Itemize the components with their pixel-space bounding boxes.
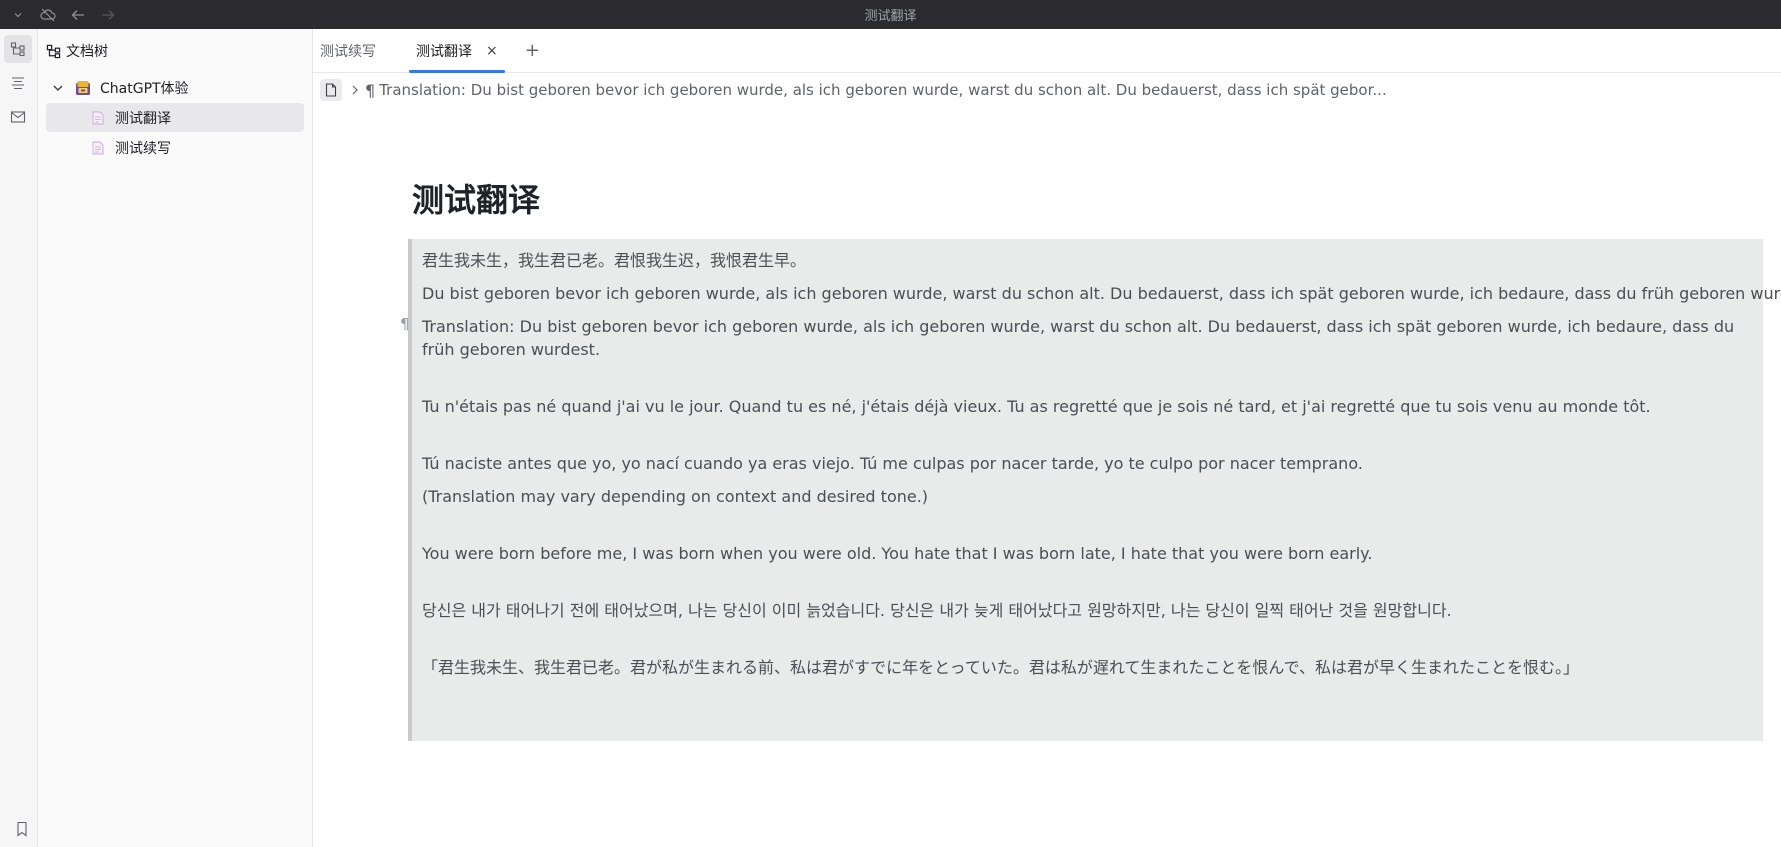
- tree-doc-label: 测试续写: [115, 140, 171, 157]
- paragraph[interactable]: 당신은 내가 태어나기 전에 태어났으며, 나는 당신이 이미 늙었습니다. 당…: [422, 599, 1749, 622]
- tree-doc-item-translate[interactable]: 测试翻译: [46, 103, 304, 132]
- outline-icon[interactable]: [4, 69, 32, 97]
- editor-area: 测试续写 测试翻译 × + ¶ Translation: Du bist geb…: [313, 29, 1781, 847]
- paragraph[interactable]: 君生我未生，我生君已老。君恨我生迟，我恨君生早。: [422, 249, 1749, 272]
- tab-continue[interactable]: 测试续写: [313, 29, 383, 72]
- notebook-label: ChatGPT体验: [100, 80, 189, 97]
- file-tree-icon[interactable]: [4, 35, 32, 63]
- paragraph[interactable]: Tú naciste antes que yo, yo nací cuando …: [422, 452, 1749, 475]
- chevron-down-icon[interactable]: [6, 3, 30, 27]
- close-icon[interactable]: ×: [486, 43, 498, 59]
- bookmark-icon[interactable]: [8, 815, 36, 843]
- file-tree-panel: 文档树 ChatGPT体验 测试翻译 测试续写: [38, 29, 313, 847]
- paragraph[interactable]: Tu n'étais pas né quand j'ai vu le jour.…: [422, 395, 1749, 418]
- paragraph-icon: ¶: [365, 80, 376, 100]
- cloud-off-icon[interactable]: [36, 3, 60, 27]
- window-title: 测试翻译: [864, 9, 917, 24]
- breadcrumb: ¶ Translation: Du bist geboren bevor ich…: [313, 75, 1781, 105]
- back-arrow-icon[interactable]: [66, 3, 90, 27]
- forward-arrow-icon[interactable]: [96, 3, 120, 27]
- paragraph[interactable]: Du bist geboren bevor ich geboren wurde,…: [422, 282, 1781, 305]
- paragraph[interactable]: (Translation may vary depending on conte…: [422, 485, 1749, 508]
- blockquote[interactable]: ¶ 君生我未生，我生君已老。君恨我生迟，我恨君生早。 Du bist gebor…: [400, 239, 1781, 741]
- tree-doc-item-continue[interactable]: 测试续写: [46, 133, 304, 162]
- paragraph[interactable]: Translation: Du bist geboren bevor ich g…: [422, 315, 1749, 361]
- notebook-icon: [75, 80, 91, 96]
- notebook-item[interactable]: ChatGPT体验: [46, 73, 304, 102]
- paragraph[interactable]: 「君生我未生、我生君已老。君が私が生まれる前、私は君がすでに年をとっていた。君は…: [422, 656, 1749, 679]
- chevron-right-icon: [351, 85, 359, 95]
- paragraph[interactable]: You were born before me, I was born when…: [422, 542, 1749, 565]
- tab-label: 测试续写: [320, 43, 376, 60]
- page-title[interactable]: 测试翻译: [412, 175, 540, 221]
- tab-translate[interactable]: 测试翻译 ×: [409, 29, 505, 73]
- tab-label: 测试翻译: [416, 43, 472, 60]
- left-dock: [0, 29, 38, 847]
- tree-doc-label: 测试翻译: [115, 110, 171, 127]
- document-icon: [92, 141, 104, 155]
- breadcrumb-block-text[interactable]: Translation: Du bist geboren bevor ich g…: [379, 81, 1387, 99]
- file-tree-header: 文档树: [38, 29, 312, 73]
- document-icon[interactable]: [320, 79, 342, 101]
- chevron-down-icon[interactable]: [50, 82, 66, 94]
- document-icon: [92, 111, 104, 125]
- title-bar: 测试翻译: [0, 0, 1781, 29]
- file-tree-icon: [46, 44, 61, 59]
- inbox-icon[interactable]: [4, 103, 32, 131]
- file-tree-title: 文档树: [66, 44, 108, 60]
- add-tab-button[interactable]: +: [517, 29, 548, 72]
- paragraph-icon[interactable]: ¶: [400, 315, 410, 333]
- tab-bar: 测试续写 测试翻译 × +: [313, 29, 1781, 73]
